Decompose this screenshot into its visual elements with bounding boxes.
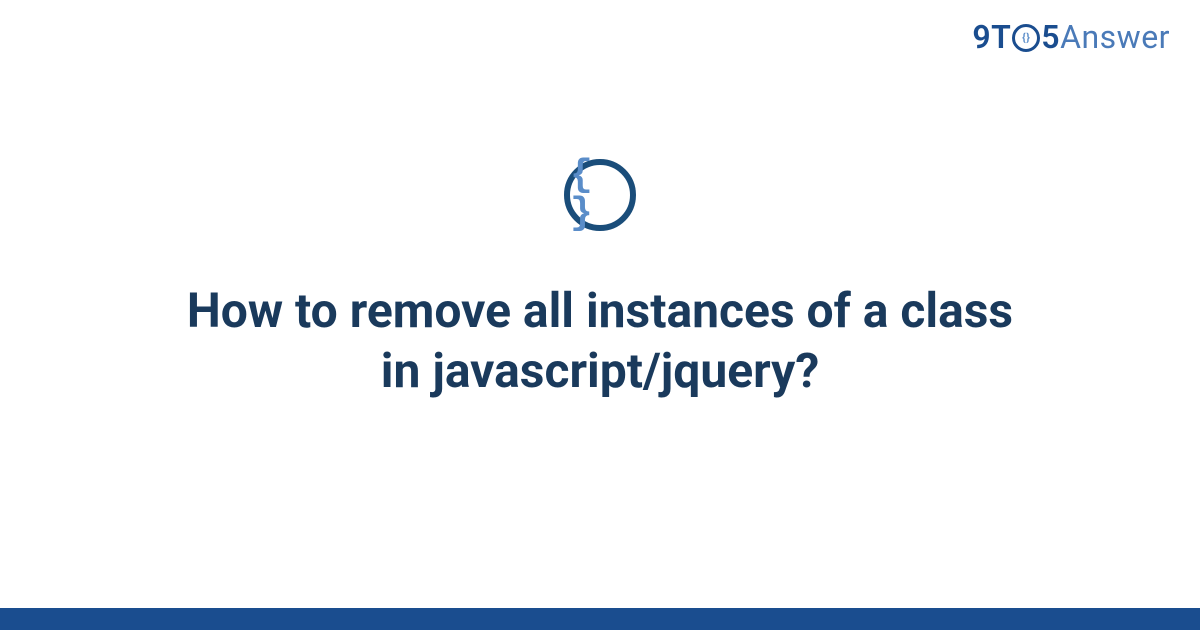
footer-bar: [0, 608, 1200, 630]
category-code-icon: { }: [564, 159, 636, 231]
main-content: { } How to remove all instances of a cla…: [0, 0, 1200, 630]
braces-icon: { }: [570, 157, 630, 233]
question-title: How to remove all instances of a class i…: [140, 281, 1060, 401]
